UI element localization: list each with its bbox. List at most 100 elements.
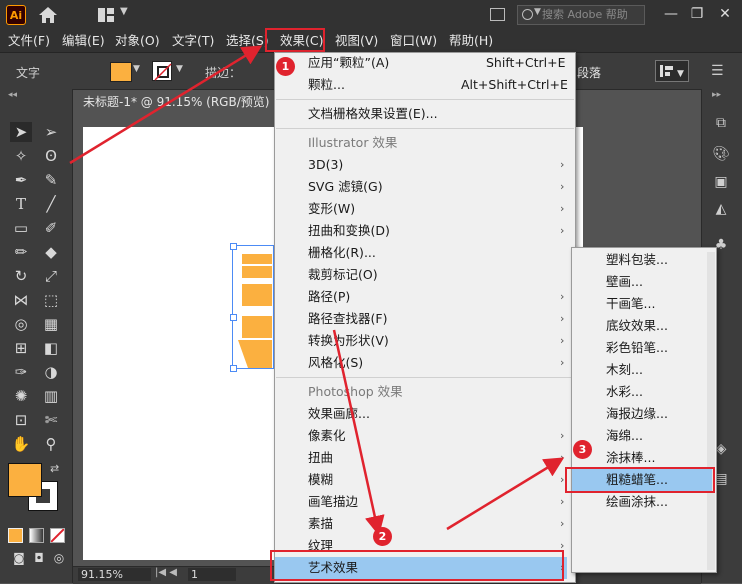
submenu-item[interactable]: 水彩... [606,381,643,403]
menu-item-photoshop[interactable]: 扭曲 [308,448,333,468]
menu-item-photoshop[interactable]: 模糊 [308,470,333,490]
none-mode-icon[interactable] [50,528,65,543]
submenu-item[interactable]: 海绵... [606,425,643,447]
submenu-item[interactable]: 干画笔... [606,293,655,315]
menu-item-photoshop[interactable]: 效果画廊... [308,404,370,424]
menu-help[interactable]: 帮助(H) [449,32,493,50]
arrange-documents-icon[interactable] [490,8,505,21]
menu-item-photoshop[interactable]: 像素化 [308,426,346,446]
workspace-layout-icon[interactable] [98,8,114,22]
menu-item-illustrator[interactable]: 路径查找器(F) [308,309,387,329]
scale-tool-icon[interactable]: ⤢ [40,266,62,286]
menu-item-illustrator[interactable]: 变形(W) [308,199,355,219]
menu-item-illustrator[interactable]: 路径(P) [308,287,350,307]
slice-tool-icon[interactable]: ✄ [40,410,62,430]
draw-inside-icon[interactable]: ◎ [48,548,70,568]
submenu-item[interactable]: 彩色铅笔... [606,337,668,359]
submenu-item[interactable]: 涂抹棒... [606,447,655,469]
gradient-panel-icon[interactable]: ◭ [712,200,730,218]
free-transform-tool-icon[interactable]: ⬚ [40,290,62,310]
paintbrush-tool-icon[interactable]: ✐ [40,218,62,238]
menu-item-illustrator[interactable]: 栅格化(R)... [308,243,376,263]
pen-tool-icon[interactable]: ✒ [10,170,32,190]
mesh-tool-icon[interactable]: ⊞ [10,338,32,358]
perspective-grid-tool-icon[interactable]: ▦ [40,314,62,334]
minimize-icon[interactable]: — [660,4,682,24]
submenu-item[interactable]: 绘画涂抹... [606,491,668,513]
hand-tool-icon[interactable]: ✋ [10,434,32,454]
submenu-item[interactable]: 木刻... [606,359,643,381]
selection-bounding-box[interactable] [232,245,274,369]
menu-window[interactable]: 窗口(W) [390,32,437,50]
menu-item-illustrator[interactable]: SVG 滤镜(G) [308,177,383,197]
menu-item-last-effect[interactable]: 颗粒... [308,75,345,95]
menu-item-photoshop[interactable]: 素描 [308,514,333,534]
menu-view[interactable]: 视图(V) [335,32,378,50]
menu-file[interactable]: 文件(F) [8,32,50,50]
submenu-item[interactable]: 壁画... [606,271,643,293]
color-panel-icon[interactable]: 🎨︎ [712,145,730,163]
menu-item-illustrator[interactable]: 3D(3) [308,155,343,175]
fill-color-box[interactable] [8,463,42,497]
resize-handle[interactable] [230,243,237,250]
align-icon[interactable]: ▼ [655,60,689,82]
selection-tool-icon[interactable]: ➤ [10,122,32,142]
gradient-mode-icon[interactable] [29,528,44,543]
eraser-tool-icon[interactable]: ◆ [40,242,62,262]
menu-item-illustrator[interactable]: 扭曲和变换(D) [308,221,390,241]
menu-object[interactable]: 对象(O) [115,32,160,50]
swap-colors-icon[interactable]: ⇄ [50,462,59,475]
menu-item-photoshop[interactable]: 画笔描边 [308,492,358,512]
magic-wand-tool-icon[interactable]: ✧ [10,146,32,166]
artboard-number-field[interactable]: 1 [188,568,236,581]
chevron-down-icon[interactable]: ▼ [176,64,183,74]
paragraph-label[interactable]: 段落 [577,64,601,81]
shaper-tool-icon[interactable]: ✏ [10,242,32,262]
line-tool-icon[interactable]: ╱ [40,194,62,214]
chevron-down-icon[interactable]: ▼ [120,6,128,17]
panel-menu-icon[interactable]: ☰ [711,63,724,79]
artboard-tool-icon[interactable]: ⊡ [10,410,32,430]
menu-item-illustrator[interactable]: 裁剪标记(O) [308,265,378,285]
rectangle-tool-icon[interactable]: ▭ [10,218,32,238]
stroke-label[interactable]: 描边： [205,64,241,81]
collapse-icon[interactable]: ◂◂ [8,90,17,100]
submenu-item[interactable]: 塑料包装... [606,249,668,271]
menu-item-illustrator[interactable]: 转换为形状(V) [308,331,389,351]
expand-icon[interactable]: ▸▸ [712,90,721,100]
shape-builder-tool-icon[interactable]: ◎ [10,314,32,334]
symbol-sprayer-tool-icon[interactable]: ✺ [10,386,32,406]
close-icon[interactable]: ✕ [714,4,736,24]
chevron-down-icon[interactable]: ▼ [133,64,140,74]
draw-normal-icon[interactable]: ◙ [8,548,30,568]
menu-item-apply-last[interactable]: 应用“颗粒”(A) [308,53,389,73]
direct-selection-tool-icon[interactable]: ➢ [40,122,62,142]
resize-handle[interactable] [230,314,237,321]
menu-item-raster-settings[interactable]: 文档栅格效果设置(E)... [308,104,438,124]
stroke-color-swatch[interactable] [152,61,172,81]
home-icon[interactable] [38,6,58,24]
lasso-tool-icon[interactable]: ʘ [40,146,62,166]
restore-icon[interactable]: ❐ [686,4,708,24]
submenu-scrollbar[interactable] [707,252,715,570]
zoom-tool-icon[interactable]: ⚲ [40,434,62,454]
menu-edit[interactable]: 编辑(E) [62,32,105,50]
submenu-item[interactable]: 海报边缘... [606,403,668,425]
rotate-tool-icon[interactable]: ↻ [10,266,32,286]
blend-tool-icon[interactable]: ◑ [40,362,62,382]
menu-item-illustrator[interactable]: 风格化(S) [308,353,363,373]
zoom-level-field[interactable]: 91.15% [78,568,151,581]
graph-tool-icon[interactable]: ▥ [40,386,62,406]
type-tool-icon[interactable]: T [10,194,32,214]
swatches-panel-icon[interactable]: ▣ [712,173,730,191]
menu-select[interactable]: 选择(S) [226,32,269,50]
submenu-item[interactable]: 底纹效果... [606,315,668,337]
resize-handle[interactable] [230,365,237,372]
document-tab[interactable]: 未标题-1* @ 91.15% (RGB/预览) [78,91,273,113]
width-tool-icon[interactable]: ⋈ [10,290,32,310]
fill-color-swatch[interactable] [110,62,132,82]
eyedropper-tool-icon[interactable]: ✑ [10,362,32,382]
transform-panel-icon[interactable]: ⧉ [712,114,730,132]
color-mode-icon[interactable] [8,528,23,543]
previous-artboard-icon[interactable]: |◀ ◀ [155,567,177,578]
